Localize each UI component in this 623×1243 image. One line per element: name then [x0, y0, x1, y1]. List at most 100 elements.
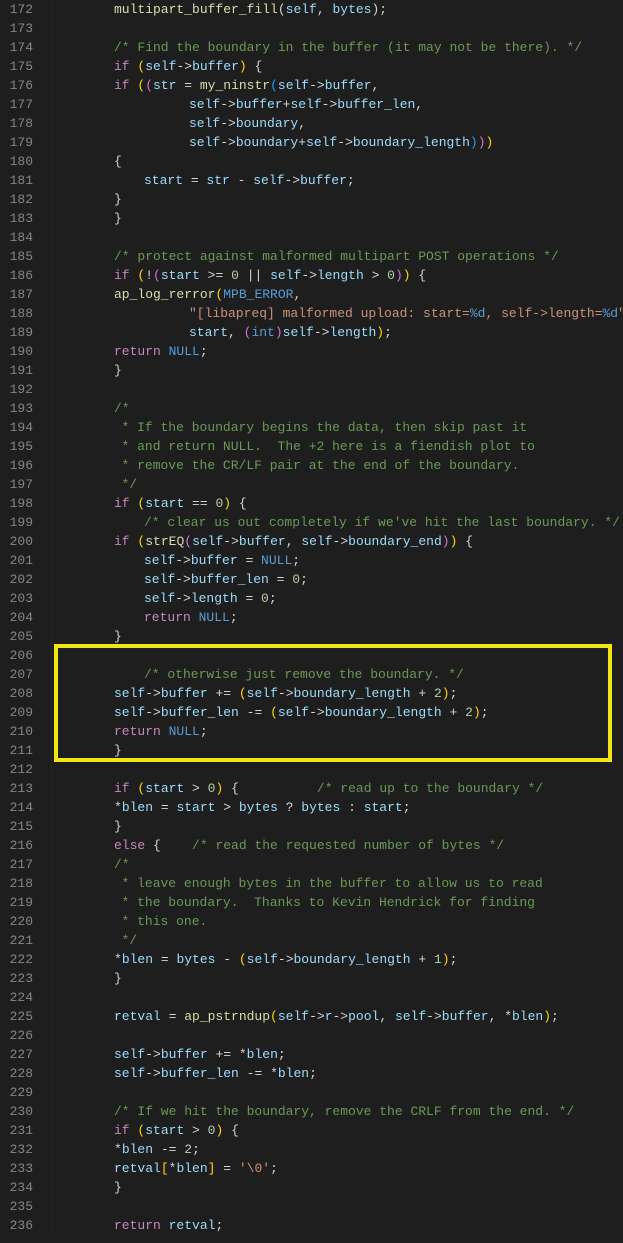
code-line[interactable]: * If the boundary begins the data, then … [54, 418, 623, 437]
code-line[interactable]: return NULL; [54, 342, 623, 361]
code-line[interactable]: multipart_buffer_fill(self, bytes); [54, 0, 623, 19]
code-line[interactable]: if (strEQ(self->buffer, self->boundary_e… [54, 532, 623, 551]
token-op: -= [239, 1066, 270, 1081]
code-line[interactable]: if (!(start >= 0 || self->length > 0)) { [54, 266, 623, 285]
code-line[interactable] [54, 1026, 623, 1045]
code-line[interactable]: /* otherwise just remove the boundary. *… [54, 665, 623, 684]
code-line[interactable]: else { /* read the requested number of b… [54, 836, 623, 855]
code-line[interactable]: } [54, 741, 623, 760]
code-line[interactable]: ap_log_rerror(MPB_ERROR, [54, 285, 623, 304]
line-number: 187 [6, 285, 33, 304]
token-id: buffer [236, 97, 283, 112]
token-id: self [278, 705, 309, 720]
code-line[interactable]: return retval; [54, 1216, 623, 1235]
token-id: buffer [325, 78, 372, 93]
code-line[interactable]: return NULL; [54, 608, 623, 627]
token-punc: , [298, 116, 306, 131]
token-op: = [183, 173, 206, 188]
code-line[interactable] [54, 228, 623, 247]
code-line[interactable]: if (start > 0) { /* read up to the bound… [54, 779, 623, 798]
code-line[interactable] [54, 1197, 623, 1216]
code-line[interactable]: /* If we hit the boundary, remove the CR… [54, 1102, 623, 1121]
code-editor[interactable]: 1721731741751761771781791801811821831841… [0, 0, 623, 1235]
code-line[interactable]: /* protect against malformed multipart P… [54, 247, 623, 266]
token-num: 2 [184, 1142, 192, 1157]
code-area[interactable]: multipart_buffer_fill(self, bytes); /* Fi… [52, 0, 623, 1235]
code-line[interactable]: start = str - self->buffer; [54, 171, 623, 190]
code-line[interactable]: if (self->buffer) { [54, 57, 623, 76]
token-punc: { [457, 534, 473, 549]
code-line[interactable]: if (start > 0) { [54, 1121, 623, 1140]
code-line[interactable] [54, 760, 623, 779]
line-number: 178 [6, 114, 33, 133]
code-line[interactable]: */ [54, 931, 623, 950]
code-line[interactable]: self->buffer_len = 0; [54, 570, 623, 589]
code-line[interactable]: { [54, 152, 623, 171]
code-line[interactable]: self->buffer+self->buffer_len, [54, 95, 623, 114]
code-line[interactable]: } [54, 190, 623, 209]
code-line[interactable]: return NULL; [54, 722, 623, 741]
token-num: 0 [387, 268, 395, 283]
token-id: self [189, 116, 220, 131]
code-line[interactable] [54, 380, 623, 399]
token-num: 0 [292, 572, 300, 587]
code-line[interactable]: self->buffer += *blen; [54, 1045, 623, 1064]
code-line[interactable]: self->buffer_len -= (self->boundary_leng… [54, 703, 623, 722]
code-line[interactable]: self->buffer_len -= *blen; [54, 1064, 623, 1083]
code-line[interactable]: * the boundary. Thanks to Kevin Hendrick… [54, 893, 623, 912]
code-line[interactable]: } [54, 817, 623, 836]
token-id: pool [348, 1009, 379, 1024]
token-cmt: /* protect against malformed multipart P… [114, 249, 559, 264]
line-number: 218 [6, 874, 33, 893]
token-num: 1 [434, 952, 442, 967]
code-line[interactable]: } [54, 627, 623, 646]
code-line[interactable]: } [54, 209, 623, 228]
code-line[interactable] [54, 19, 623, 38]
code-line[interactable] [54, 646, 623, 665]
code-line[interactable]: /* [54, 855, 623, 874]
code-line[interactable]: /* [54, 399, 623, 418]
token-id: buffer_len [191, 572, 269, 587]
code-line[interactable]: * leave enough bytes in the buffer to al… [54, 874, 623, 893]
code-line[interactable]: if ((str = my_ninstr(self->buffer, [54, 76, 623, 95]
code-line[interactable]: self->buffer += (self->boundary_length +… [54, 684, 623, 703]
code-line[interactable]: /* clear us out completely if we've hit … [54, 513, 623, 532]
token-id: start [145, 1123, 184, 1138]
code-line[interactable]: * this one. [54, 912, 623, 931]
code-line[interactable]: /* Find the boundary in the buffer (it m… [54, 38, 623, 57]
code-line[interactable]: } [54, 969, 623, 988]
code-line[interactable]: self->buffer = NULL; [54, 551, 623, 570]
token-pur: ) [395, 268, 403, 283]
code-line[interactable] [54, 988, 623, 1007]
code-line[interactable]: *blen -= 2; [54, 1140, 623, 1159]
token-id: start [144, 173, 183, 188]
code-line[interactable]: if (start == 0) { [54, 494, 623, 513]
line-number: 175 [6, 57, 33, 76]
code-line[interactable]: } [54, 1178, 623, 1197]
code-line[interactable]: */ [54, 475, 623, 494]
line-number: 199 [6, 513, 33, 532]
token-cmt: /* read up to the boundary */ [317, 781, 543, 796]
code-line[interactable]: retval = ap_pstrndup(self->r->pool, self… [54, 1007, 623, 1026]
token-cmt: * this one. [122, 914, 208, 929]
token-punc: , [286, 534, 302, 549]
code-line[interactable]: start, (int)self->length); [54, 323, 623, 342]
token-cmt: /* [114, 857, 130, 872]
code-line[interactable]: } [54, 361, 623, 380]
code-line[interactable]: "[libapreq] malformed upload: start=%d, … [54, 304, 623, 323]
code-line[interactable]: * and return NULL. The +2 here is a fien… [54, 437, 623, 456]
token-pur: ( [145, 78, 153, 93]
code-line[interactable]: self->boundary, [54, 114, 623, 133]
token-op: * [114, 952, 122, 967]
token-id: self [247, 686, 278, 701]
code-line[interactable]: self->length = 0; [54, 589, 623, 608]
code-line[interactable]: * remove the CR/LF pair at the end of th… [54, 456, 623, 475]
line-number: 200 [6, 532, 33, 551]
code-line[interactable]: retval[*blen] = '\0'; [54, 1159, 623, 1178]
code-line[interactable]: self->boundary+self->boundary_length))) [54, 133, 623, 152]
code-line[interactable]: *blen = start > bytes ? bytes : start; [54, 798, 623, 817]
code-line[interactable]: *blen = bytes - (self->boundary_length +… [54, 950, 623, 969]
token-id: start [364, 800, 403, 815]
token-op: || [239, 268, 270, 283]
code-line[interactable] [54, 1083, 623, 1102]
